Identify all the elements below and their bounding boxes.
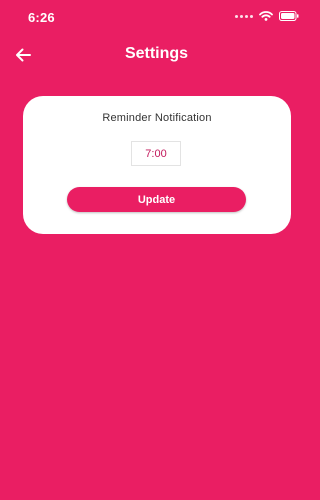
reminder-time-field[interactable]: 7:00 [131, 141, 181, 166]
page-title: Settings [124, 45, 189, 62]
status-time: 6:26 [28, 10, 55, 25]
reminder-card: Reminder Notification 7:00 Update [23, 96, 291, 234]
reminder-label: Reminder Notification [102, 112, 212, 124]
battery-icon [279, 11, 299, 21]
reminder-time-value: 7:00 [145, 147, 167, 160]
status-bar: 6:26 [0, 0, 313, 34]
signal-dots-icon [235, 14, 253, 18]
app-bar: Settings [0, 34, 313, 74]
update-button[interactable]: Update [67, 187, 246, 212]
wifi-icon [259, 11, 273, 21]
status-icons [235, 11, 299, 21]
